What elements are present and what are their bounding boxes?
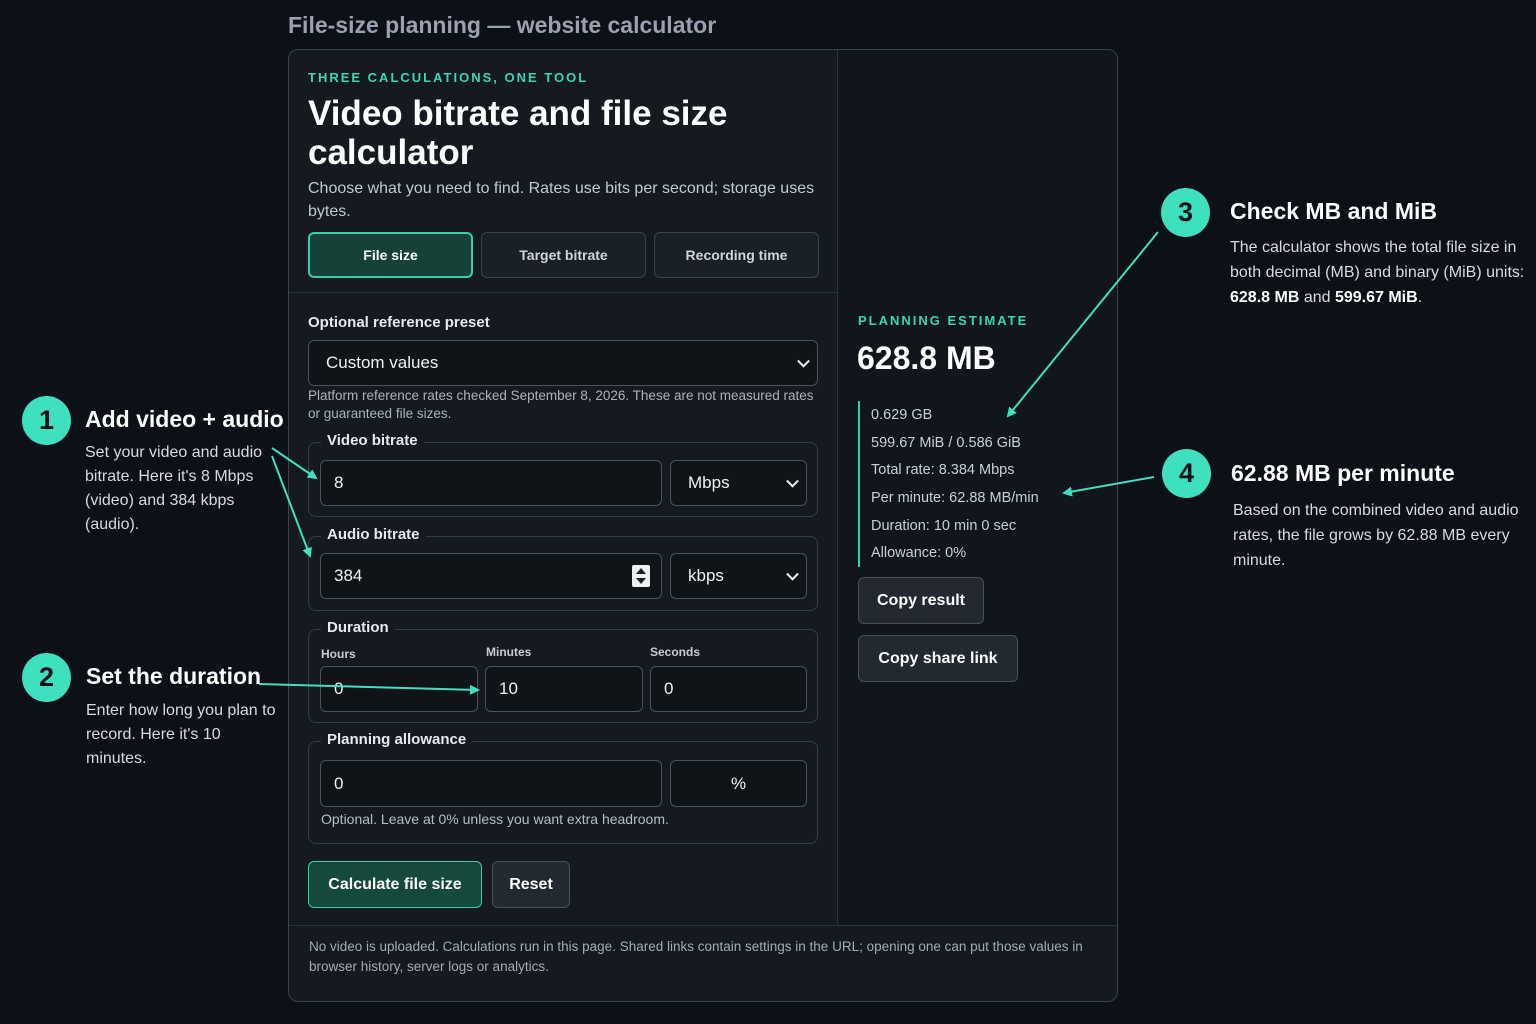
- reset-button[interactable]: Reset: [492, 861, 570, 908]
- callout-title-4: 62.88 MB per minute: [1231, 460, 1455, 486]
- video-bitrate-value: 8: [334, 473, 344, 492]
- video-bitrate-legend: Video bitrate: [321, 432, 424, 449]
- allowance-group: Planning allowance 0 % Optional. Leave a…: [308, 731, 818, 844]
- calculator-card: THREE CALCULATIONS, ONE TOOL Video bitra…: [288, 49, 1118, 1002]
- estimate-duration: Duration: 10 min 0 sec: [858, 511, 1039, 540]
- callout-text-3-prefix: The calculator shows the total file size…: [1230, 239, 1525, 281]
- callout-text-4: Based on the combined video and audio ra…: [1233, 502, 1519, 569]
- callout-badge-4: 4: [1162, 449, 1211, 498]
- duration-group: Duration Hours Minutes Seconds 0 10 0: [308, 619, 818, 723]
- calculate-button[interactable]: Calculate file size: [308, 861, 482, 908]
- copy-share-link-button[interactable]: Copy share link: [858, 635, 1018, 682]
- video-bitrate-input[interactable]: 8: [320, 460, 662, 506]
- estimate-mib: 599.67 MiB / 0.586 GiB: [858, 428, 1039, 457]
- preset-select-value: Custom values: [326, 353, 439, 372]
- audio-unit-select[interactable]: kbps: [670, 553, 807, 599]
- callout-badge-2: 2: [22, 653, 71, 702]
- page-heading: File-size planning — website calculator: [288, 12, 717, 38]
- minutes-value: 10: [499, 679, 518, 698]
- callout-text-3-mib: 599.67 MiB: [1334, 289, 1418, 306]
- minutes-label: Minutes: [486, 645, 532, 659]
- callout-badge-1: 1: [22, 396, 71, 445]
- chevron-down-icon: [797, 354, 810, 368]
- seconds-value: 0: [664, 679, 674, 698]
- subtitle: Choose what you need to find. Rates use …: [308, 180, 815, 220]
- allowance-hint: Optional. Leave at 0% unless you want ex…: [321, 811, 669, 827]
- seconds-input[interactable]: 0: [650, 666, 807, 712]
- video-bitrate-group: Video bitrate 8 Mbps: [308, 432, 818, 517]
- tab-target-bitrate[interactable]: Target bitrate: [481, 232, 646, 278]
- calculator-form: THREE CALCULATIONS, ONE TOOL Video bitra…: [289, 50, 837, 925]
- allowance-value: 0: [334, 773, 344, 793]
- hours-value: 0: [334, 679, 344, 698]
- callout-text-2: Enter how long you plan to record. Here …: [86, 702, 276, 767]
- video-unit-value: Mbps: [688, 473, 730, 492]
- hours-label: Hours: [321, 647, 356, 661]
- allowance-input[interactable]: 0: [320, 760, 662, 807]
- estimate-per-minute: Per minute: 62.88 MB/min: [858, 484, 1039, 512]
- allowance-unit: %: [670, 760, 807, 807]
- callout-title-2: Set the duration: [86, 663, 262, 689]
- estimate-allowance: Allowance: 0%: [858, 539, 1039, 568]
- duration-legend: Duration: [321, 619, 395, 636]
- privacy-note: No video is uploaded. Calculations run i…: [309, 939, 1083, 974]
- audio-unit-value: kbps: [688, 566, 724, 585]
- calculator-header: THREE CALCULATIONS, ONE TOOL Video bitra…: [289, 50, 837, 293]
- estimate-total-rate: Total rate: 8.384 Mbps: [858, 456, 1039, 485]
- callout-text-3-suffix: .: [1417, 289, 1423, 306]
- minutes-input[interactable]: 10: [485, 666, 643, 712]
- estimate-label: PLANNING ESTIMATE: [858, 313, 1029, 328]
- callout-title-3: Check MB and MiB: [1230, 198, 1438, 224]
- chevron-down-icon: [786, 567, 799, 581]
- callout-text-3-mb: 628.8 MB: [1230, 289, 1300, 306]
- estimate-details: 0.629 GB 599.67 MiB / 0.586 GiB Total ra…: [858, 401, 1039, 568]
- callout-text-1: Set your video and audio bitrate. Here i…: [85, 444, 263, 533]
- callout-badge-3: 3: [1161, 188, 1210, 237]
- audio-bitrate-group: Audio bitrate 384 kbps: [308, 526, 818, 611]
- callout-text-3: The calculator shows the total file size…: [1230, 235, 1526, 310]
- tab-recording-time[interactable]: Recording time: [654, 232, 819, 278]
- seconds-label: Seconds: [650, 645, 701, 659]
- tab-file-size[interactable]: File size: [308, 232, 473, 278]
- estimate-gb: 0.629 GB: [858, 401, 1039, 429]
- allowance-legend: Planning allowance: [321, 731, 473, 748]
- eyebrow: THREE CALCULATIONS, ONE TOOL: [308, 70, 589, 85]
- mode-tabs: File size Target bitrate Recording time: [308, 232, 819, 278]
- allowance-unit-value: %: [730, 773, 747, 793]
- estimate-value: 628.8 MB: [857, 340, 996, 376]
- audio-bitrate-value: 384: [334, 566, 363, 585]
- audio-bitrate-legend: Audio bitrate: [321, 526, 426, 543]
- video-unit-select[interactable]: Mbps: [670, 460, 807, 506]
- copy-result-button[interactable]: Copy result: [858, 577, 984, 624]
- callout-title-1: Add video + audio: [85, 406, 284, 432]
- chevron-down-icon: [786, 474, 799, 488]
- preset-select[interactable]: Custom values: [308, 340, 818, 386]
- audio-bitrate-input[interactable]: 384: [320, 553, 662, 599]
- footer-divider: [289, 925, 1117, 926]
- preset-note: Platform reference rates checked Septemb…: [308, 388, 814, 421]
- spinner-icon[interactable]: [632, 565, 650, 587]
- callout-text-3-mid: and: [1299, 289, 1335, 306]
- estimate-panel: PLANNING ESTIMATE 628.8 MB 0.629 GB 599.…: [837, 50, 1117, 925]
- hours-input[interactable]: 0: [320, 666, 478, 712]
- preset-label: Optional reference preset: [308, 314, 490, 331]
- page-title: Video bitrate and file size calculator: [308, 94, 728, 172]
